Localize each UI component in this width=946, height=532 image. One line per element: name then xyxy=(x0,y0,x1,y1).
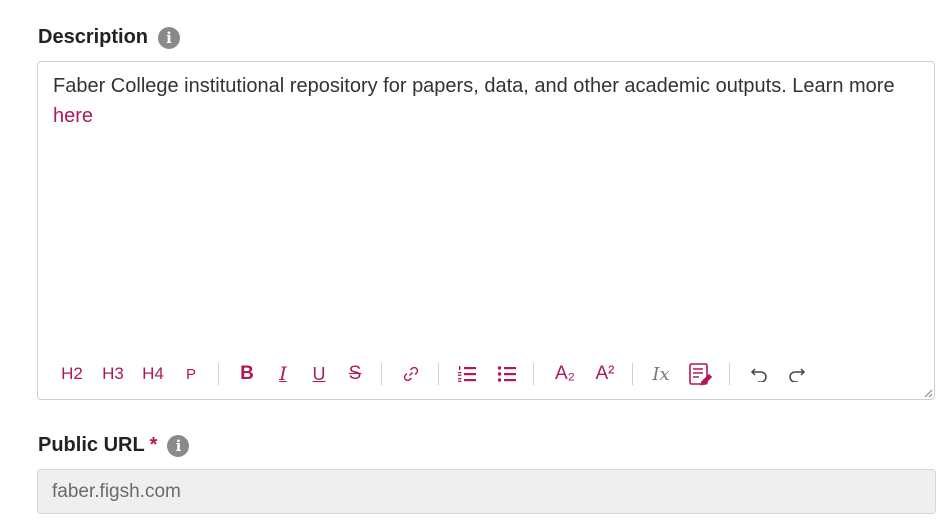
paragraph-button[interactable]: P xyxy=(184,359,198,389)
toolbar-divider xyxy=(381,363,382,385)
public-url-label: Public URL xyxy=(38,434,145,456)
learn-more-link[interactable]: here xyxy=(53,105,93,127)
description-text: Faber College institutional repository f… xyxy=(53,75,895,97)
public-url-label-row: Public URL * i xyxy=(38,434,190,457)
strikethrough-button[interactable]: S xyxy=(347,359,363,389)
toolbar-divider xyxy=(218,363,219,385)
subscript-button[interactable]: A₂ xyxy=(552,359,578,389)
heading-2-button[interactable]: H2 xyxy=(58,359,86,389)
resize-handle-icon[interactable] xyxy=(923,388,933,398)
italic-button[interactable]: I xyxy=(275,359,291,389)
description-label-row: Description i xyxy=(38,26,181,49)
redo-icon[interactable] xyxy=(786,359,808,389)
description-editor[interactable]: Faber College institutional repository f… xyxy=(37,61,935,400)
ordered-list-icon[interactable] xyxy=(455,359,479,389)
superscript-button[interactable]: A² xyxy=(592,359,618,389)
toolbar-divider xyxy=(438,363,439,385)
description-label: Description xyxy=(38,26,149,48)
source-edit-icon[interactable] xyxy=(687,359,713,389)
toolbar-divider xyxy=(632,363,633,385)
required-asterisk: * xyxy=(149,434,158,456)
bold-button[interactable]: B xyxy=(239,359,255,389)
heading-3-button[interactable]: H3 xyxy=(100,359,126,389)
public-url-input[interactable]: faber.figsh.com xyxy=(37,469,936,514)
link-icon[interactable] xyxy=(400,359,422,389)
underline-button[interactable]: U xyxy=(311,359,327,389)
toolbar-divider xyxy=(729,363,730,385)
heading-4-button[interactable]: H4 xyxy=(140,359,166,389)
toolbar-divider xyxy=(533,363,534,385)
clear-format-icon[interactable]: Ix xyxy=(649,359,673,389)
editor-content[interactable]: Faber College institutional repository f… xyxy=(53,71,914,131)
info-icon[interactable]: i xyxy=(158,26,181,49)
bullet-list-icon[interactable] xyxy=(495,359,519,389)
undo-icon[interactable] xyxy=(748,359,770,389)
info-icon[interactable]: i xyxy=(167,434,190,457)
editor-toolbar: H2 H3 H4 P B I U S A₂ A² Ix xyxy=(38,354,934,394)
